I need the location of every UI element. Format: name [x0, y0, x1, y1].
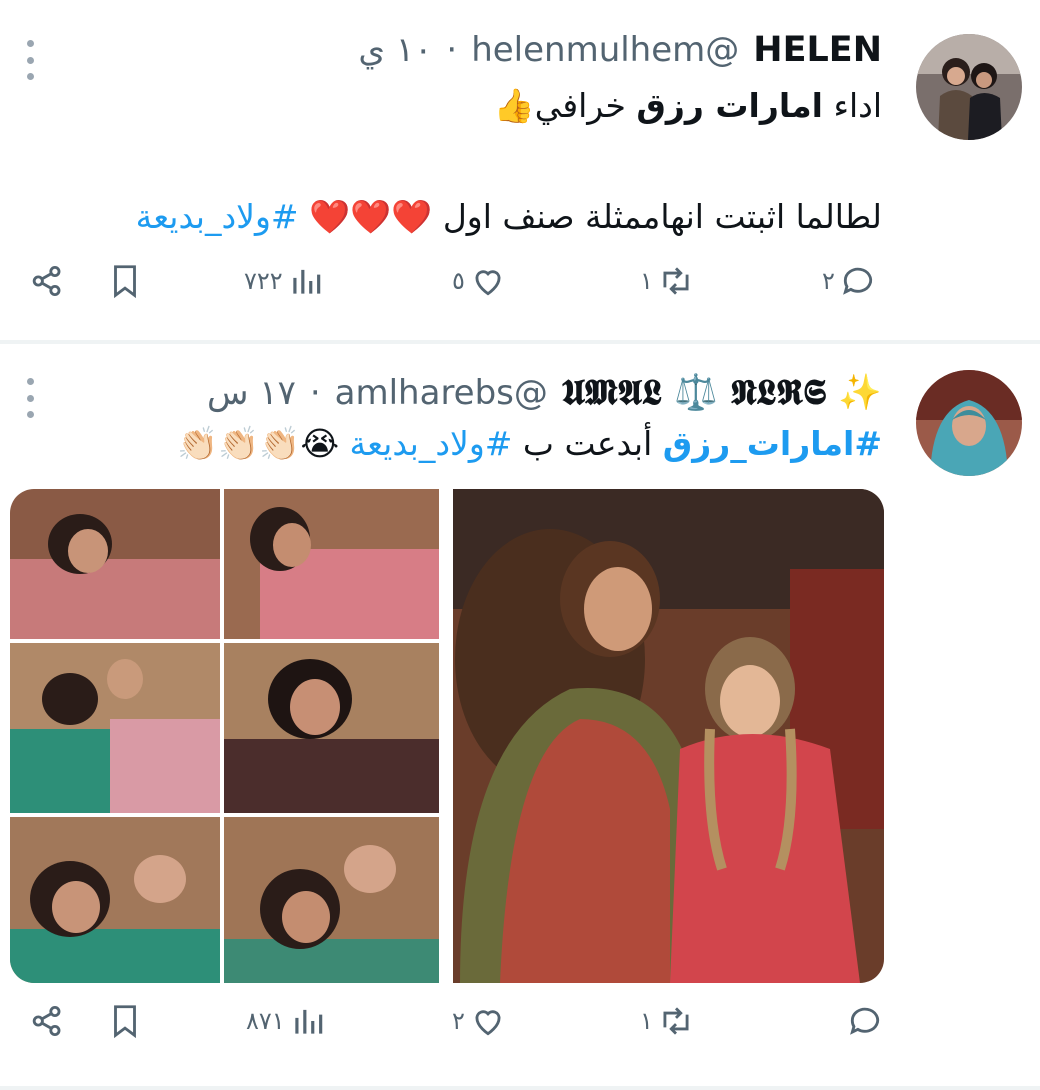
like-button[interactable]: ٢: [452, 1002, 507, 1040]
views-icon: [287, 262, 325, 300]
hashtag-link[interactable]: #ولاد_بديعة: [136, 197, 299, 236]
retweet-icon: [657, 262, 695, 300]
share-icon: [28, 1002, 66, 1040]
reply-icon: [846, 1002, 884, 1040]
avatar[interactable]: [916, 34, 1022, 140]
tweet-separator: [0, 1086, 1040, 1090]
reply-icon: [839, 262, 877, 300]
tweet-text-line: لطالما اثبتت انهاممثلة صنف اول ❤️❤️❤️ #و…: [135, 197, 882, 236]
retweet-button[interactable]: ١: [640, 262, 695, 300]
bookmark-button[interactable]: [106, 262, 144, 300]
media-grid[interactable]: [10, 489, 884, 983]
handle[interactable]: @amlharebs: [335, 373, 548, 413]
reply-button[interactable]: [842, 1002, 884, 1040]
hashtag-link[interactable]: #ولاد_بديعة: [350, 424, 513, 463]
photo-collage[interactable]: [10, 489, 439, 983]
tweet-text-line: اداء امارات رزق خرافي👍: [493, 86, 882, 125]
timestamp[interactable]: ١٧ س: [207, 373, 296, 413]
tweet-photo[interactable]: [10, 489, 884, 983]
views-button[interactable]: ٨٧١: [246, 1002, 327, 1040]
like-count: ٥: [452, 267, 465, 295]
photo-main[interactable]: [453, 489, 884, 983]
views-count: ٨٧١: [246, 1007, 285, 1035]
bookmark-icon: [106, 262, 144, 300]
hashtag-link[interactable]: #امارات_رزق: [663, 424, 882, 463]
bookmark-icon: [106, 1002, 144, 1040]
retweet-count: ١: [640, 267, 653, 295]
tweet-header: ✨ 𝖀𝕸𝕬𝕷 ⚖️ 𝕹𝕷𝕽𝕾 @amlharebs · ١٧ س: [207, 372, 882, 414]
like-icon: [469, 262, 507, 300]
retweet-count: ١: [640, 1007, 653, 1035]
tweet[interactable]: HELEN @helenmulhem · ١٠ ي اداء امارات رز…: [0, 0, 1040, 340]
tweet-header: HELEN @helenmulhem · ١٠ ي: [358, 30, 882, 70]
retweet-button[interactable]: ١: [640, 1002, 695, 1040]
reply-button[interactable]: ٢: [822, 262, 877, 300]
more-icon[interactable]: [20, 40, 40, 80]
timestamp[interactable]: ١٠ ي: [358, 30, 432, 70]
bookmark-button[interactable]: [106, 1002, 144, 1040]
tweet[interactable]: ✨ 𝖀𝕸𝕬𝕷 ⚖️ 𝕹𝕷𝕽𝕾 @amlharebs · ١٧ س #امارات…: [0, 344, 1040, 1090]
like-button[interactable]: ٥: [452, 262, 507, 300]
share-button[interactable]: [28, 262, 66, 300]
tweet-text-line: #امارات_رزق أبدعت ب #ولاد_بديعة 😭👏🏻👏🏻👏🏻: [177, 424, 882, 463]
like-count: ٢: [452, 1007, 465, 1035]
more-icon[interactable]: [20, 378, 40, 418]
avatar[interactable]: [916, 370, 1022, 476]
views-icon: [289, 1002, 327, 1040]
action-bar: ٢ ١ ٥ ٧٢٢: [0, 262, 1040, 322]
share-button[interactable]: [28, 1002, 66, 1040]
views-button[interactable]: ٧٢٢: [244, 262, 325, 300]
share-icon: [28, 262, 66, 300]
action-bar: ١ ٢ ٨٧١: [0, 1002, 1040, 1062]
display-name[interactable]: ✨ 𝖀𝕸𝕬𝕷 ⚖️ 𝕹𝕷𝕽𝕾: [562, 372, 882, 413]
views-count: ٧٢٢: [244, 267, 283, 295]
display-name[interactable]: HELEN: [753, 30, 882, 70]
reply-count: ٢: [822, 267, 835, 295]
handle[interactable]: @helenmulhem: [471, 30, 739, 70]
like-icon: [469, 1002, 507, 1040]
retweet-icon: [657, 1002, 695, 1040]
